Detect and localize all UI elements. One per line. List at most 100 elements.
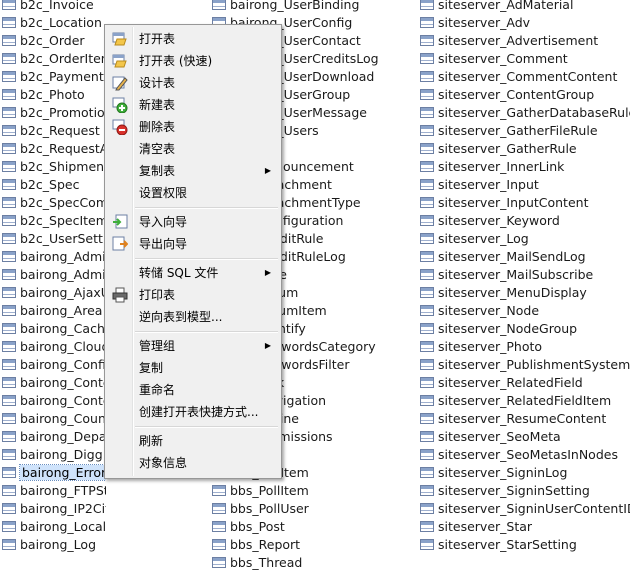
table-list-item[interactable]: bairong_ErrorLog: [0, 464, 106, 482]
table-list-item[interactable]: siteserver_InputContent: [418, 194, 630, 212]
table-list-item[interactable]: siteserver_SigninLog: [418, 464, 630, 482]
table-list-item[interactable]: b2c_Location: [0, 14, 106, 32]
table-list-item[interactable]: siteserver_Comment: [418, 50, 630, 68]
table-list-item[interactable]: bairong_LocalStorage: [0, 518, 106, 536]
table-icon: [420, 179, 434, 190]
table-icon: [420, 197, 434, 208]
table-list-item[interactable]: b2c_SpecComb: [0, 194, 106, 212]
table-list-item[interactable]: siteserver_Keyword: [418, 212, 630, 230]
table-name: bbs_Post: [230, 519, 285, 534]
table-list-item[interactable]: b2c_RequestAn: [0, 140, 106, 158]
table-list-item[interactable]: b2c_Promotion: [0, 104, 106, 122]
table-list-item[interactable]: bairong_UserBinding: [210, 0, 410, 14]
table-list-item[interactable]: bairong_Conte: [0, 374, 106, 392]
table-list-item[interactable]: b2c_Spec: [0, 176, 106, 194]
table-name: b2c_UserSetting: [20, 231, 106, 246]
menu-item-copy-table[interactable]: 复制表 ▶: [107, 160, 279, 182]
table-list-item[interactable]: bbs_Thread: [210, 554, 410, 572]
table-list-item[interactable]: siteserver_ResumeContent: [418, 410, 630, 428]
table-list-item[interactable]: b2c_Order: [0, 32, 106, 50]
table-list-item[interactable]: siteserver_ContentGroup: [418, 86, 630, 104]
menu-label: 刷新: [139, 434, 164, 448]
table-list-item[interactable]: bairong_FTPStorage: [0, 482, 106, 500]
table-list-item[interactable]: b2c_SpecItem: [0, 212, 106, 230]
table-list-item[interactable]: bairong_AjaxU: [0, 284, 106, 302]
menu-item-rename[interactable]: 重命名: [107, 379, 279, 401]
table-list-item[interactable]: siteserver_MailSendLog: [418, 248, 630, 266]
table-list-item[interactable]: siteserver_Star: [418, 518, 630, 536]
table-list-item[interactable]: bbs_Post: [210, 518, 410, 536]
new-table-icon: [112, 97, 128, 113]
table-list-item[interactable]: b2c_Payment: [0, 68, 106, 86]
table-list-item[interactable]: bairong_Count: [0, 410, 106, 428]
menu-item-object-info[interactable]: 对象信息: [107, 452, 279, 474]
table-list-item[interactable]: b2c_Photo: [0, 86, 106, 104]
submenu-arrow-icon: ▶: [264, 341, 271, 350]
table-list-item[interactable]: siteserver_CommentContent: [418, 68, 630, 86]
menu-item-set-permissions[interactable]: 设置权限: [107, 182, 279, 204]
table-list-item[interactable]: b2c_Shipment: [0, 158, 106, 176]
menu-item-refresh[interactable]: 刷新: [107, 430, 279, 452]
menu-item-manage-group[interactable]: 管理组 ▶: [107, 335, 279, 357]
table-list-item[interactable]: bairong_Admin: [0, 266, 106, 284]
table-list-item[interactable]: bairong_Admin: [0, 248, 106, 266]
menu-item-empty-table[interactable]: 清空表: [107, 138, 279, 160]
table-list-item[interactable]: siteserver_AdMaterial: [418, 0, 630, 14]
table-list-item[interactable]: siteserver_SigninUserContentID: [418, 500, 630, 518]
table-list-item[interactable]: b2c_UserSetting: [0, 230, 106, 248]
table-list-item[interactable]: bairong_Conte: [0, 392, 106, 410]
table-list-item[interactable]: bbs_Report: [210, 536, 410, 554]
table-list-item[interactable]: siteserver_NodeGroup: [418, 320, 630, 338]
table-name: siteserver_NodeGroup: [438, 321, 578, 336]
table-list-item[interactable]: bbs_PollUser: [210, 500, 410, 518]
table-list-item[interactable]: bairong_Log: [0, 536, 106, 554]
menu-item-new-table[interactable]: 新建表: [107, 94, 279, 116]
table-icon: [420, 305, 434, 316]
menu-item-import-wizard[interactable]: 导入向导: [107, 211, 279, 233]
menu-item-design-table[interactable]: 设计表: [107, 72, 279, 94]
menu-item-export-wizard[interactable]: 导出向导: [107, 233, 279, 255]
table-list-item[interactable]: siteserver_GatherDatabaseRule: [418, 104, 630, 122]
table-list-item[interactable]: siteserver_SeoMeta: [418, 428, 630, 446]
menu-separator: [135, 207, 278, 209]
table-icon: [212, 485, 226, 496]
table-list-item[interactable]: siteserver_SeoMetasInNodes: [418, 446, 630, 464]
table-list-item[interactable]: bairong_Depar: [0, 428, 106, 446]
table-list-item[interactable]: bbs_PollItem: [210, 482, 410, 500]
table-list-item[interactable]: siteserver_MailSubscribe: [418, 266, 630, 284]
table-list-item[interactable]: bairong_Digg: [0, 446, 106, 464]
table-list-item[interactable]: bairong_Cloud: [0, 338, 106, 356]
table-list-item[interactable]: b2c_Request: [0, 122, 106, 140]
table-list-item[interactable]: siteserver_RelatedField: [418, 374, 630, 392]
table-list-item[interactable]: bairong_Area: [0, 302, 106, 320]
table-list-item[interactable]: siteserver_StarSetting: [418, 536, 630, 554]
table-list-item[interactable]: siteserver_Adv: [418, 14, 630, 32]
table-list-item[interactable]: bairong_Cache: [0, 320, 106, 338]
table-list-item[interactable]: b2c_OrderItem: [0, 50, 106, 68]
menu-item-open-table[interactable]: 打开表: [107, 28, 279, 50]
table-list-item[interactable]: siteserver_PublishmentSystem: [418, 356, 630, 374]
table-list-item[interactable]: siteserver_Input: [418, 176, 630, 194]
table-list-item[interactable]: siteserver_Photo: [418, 338, 630, 356]
table-list-item[interactable]: siteserver_MenuDisplay: [418, 284, 630, 302]
menu-item-print-table[interactable]: 打印表: [107, 284, 279, 306]
table-list-item[interactable]: bairong_IP2City: [0, 500, 106, 518]
table-list-item[interactable]: siteserver_InnerLink: [418, 158, 630, 176]
menu-item-reverse-model[interactable]: 逆向表到模型...: [107, 306, 279, 328]
table-list-item[interactable]: siteserver_Log: [418, 230, 630, 248]
table-list-item[interactable]: siteserver_GatherFileRule: [418, 122, 630, 140]
table-name: bairong_Admin: [20, 267, 106, 282]
table-list-item[interactable]: siteserver_Advertisement: [418, 32, 630, 50]
menu-item-dump-sql[interactable]: 转储 SQL 文件 ▶: [107, 262, 279, 284]
menu-item-open-table-fast[interactable]: 打开表 (快速): [107, 50, 279, 72]
table-list-item[interactable]: siteserver_Node: [418, 302, 630, 320]
menu-item-create-shortcut[interactable]: 创建打开表快捷方式...: [107, 401, 279, 423]
table-list-item[interactable]: b2c_Invoice: [0, 0, 106, 14]
menu-item-copy[interactable]: 复制: [107, 357, 279, 379]
table-name: siteserver_GatherFileRule: [438, 123, 598, 138]
table-list-item[interactable]: siteserver_SigninSetting: [418, 482, 630, 500]
table-list-item[interactable]: bairong_Config: [0, 356, 106, 374]
table-list-item[interactable]: siteserver_RelatedFieldItem: [418, 392, 630, 410]
table-list-item[interactable]: siteserver_GatherRule: [418, 140, 630, 158]
menu-item-delete-table[interactable]: 删除表: [107, 116, 279, 138]
